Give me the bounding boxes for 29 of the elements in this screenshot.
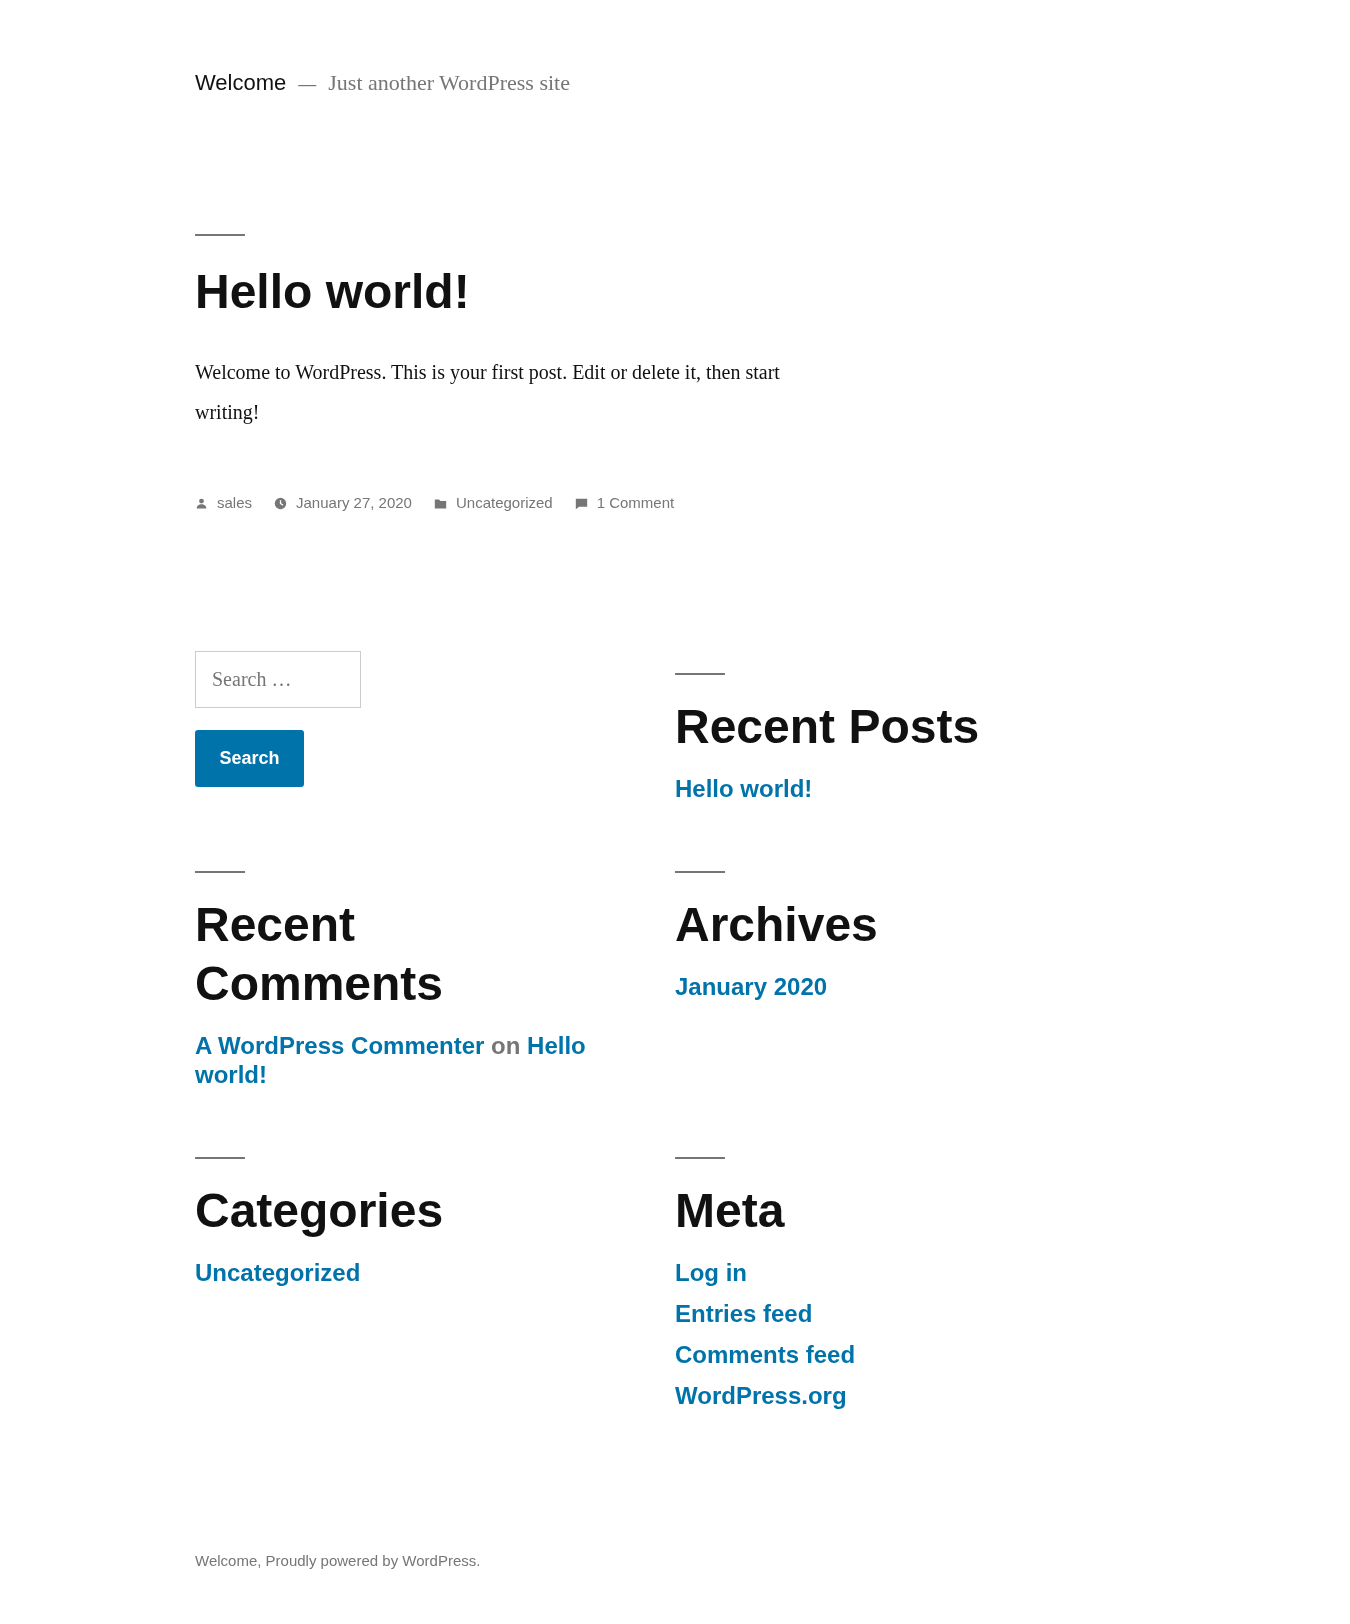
site-title[interactable]: Welcome [195, 66, 287, 99]
widget-link[interactable]: Log in [675, 1258, 747, 1286]
folder-icon [433, 496, 447, 510]
widget-title: Recent Posts [675, 698, 981, 755]
comments-link[interactable]: 1 Comment [596, 492, 675, 515]
separator: — [298, 73, 317, 96]
widget-title: Meta [675, 1182, 786, 1239]
search-field[interactable]: Search … [195, 650, 361, 708]
person-icon [195, 496, 208, 510]
search-button[interactable]: Search [195, 729, 304, 787]
widget-link[interactable]: Hello world! [675, 774, 813, 802]
date-link[interactable]: January 27, 2020 [296, 492, 412, 515]
comment-text: A WordPress Commenter on Hello world! [195, 1030, 587, 1089]
widget-link[interactable]: Comments feed [675, 1340, 856, 1368]
widget-link[interactable]: January 2020 [675, 972, 828, 1000]
category-link[interactable]: Uncategorized [455, 492, 553, 515]
author-link[interactable]: sales [217, 492, 253, 515]
post-body: Welcome to WordPress. This is your first post. Edit or delete it, then start writing! [195, 360, 781, 426]
widget-link[interactable]: WordPress.org [675, 1381, 847, 1409]
post-title: Hello world! [195, 264, 471, 320]
clock-icon [274, 496, 288, 510]
widget-title: Categories [195, 1182, 445, 1239]
speech-bubble-icon [574, 496, 588, 510]
footer-credit: Welcome, Proudly powered by WordPress. [195, 1550, 482, 1571]
widget-title: Archives [675, 896, 879, 953]
widget-title: Recent Comments [195, 896, 445, 1012]
widget-link[interactable]: Uncategorized [195, 1258, 361, 1286]
widget-link[interactable]: Entries feed [675, 1299, 813, 1327]
site-tagline: Just another WordPress site [328, 69, 570, 97]
